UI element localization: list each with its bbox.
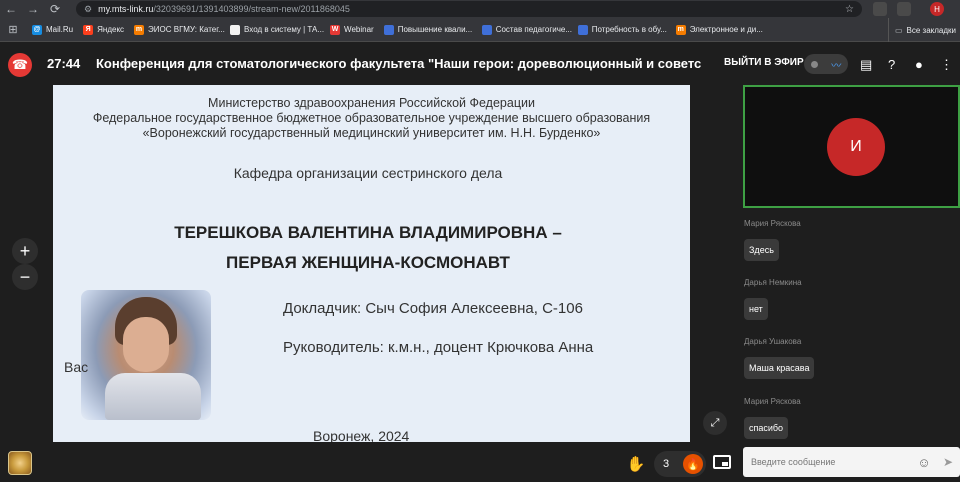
more-menu-icon[interactable]: ⋮ [940,57,953,73]
chat-author: Дарья Ушакова [744,337,802,346]
slide-speaker: Докладчик: Сыч София Алексеевна, С-106 [283,300,583,317]
extension-icon[interactable] [873,2,887,16]
chat-author: Дарья Немкина [744,278,802,287]
extensions-puzzle-icon[interactable] [897,2,911,16]
bookmark-electronic[interactable]: m Электронное и ди... [672,18,772,42]
zoom-in-button[interactable]: + [12,238,38,264]
bookmark-star-icon[interactable]: ☆ [845,4,854,15]
chat-message: Маша красава [744,357,815,379]
chat-message: нет [744,298,768,320]
message-input[interactable] [751,453,911,471]
chat-composer: ☺ ➤ [743,447,960,477]
bookmark-yandex[interactable]: Я Яндекс [79,18,130,42]
chat-message: Здесь [744,239,779,261]
chat-message: спасибо [744,417,789,439]
phone-hangup-icon: ☎ [11,57,29,72]
hand-icon: ✋ [626,456,646,473]
address-bar[interactable]: ⚙ my.mts-link.ru/32039691/1391403899/str… [76,1,862,17]
reload-icon[interactable]: ⟳ [44,0,66,18]
bookmark-mailru[interactable]: @ Mail.Ru [28,18,79,42]
bookmark-ta-login[interactable]: Вход в систему | ТА... [226,18,326,42]
fullscreen-button[interactable]: ⤢ [703,411,727,435]
slide-city-year: Воронеж, 2024 [313,428,410,442]
chat-author: Мария Ряскова [744,397,801,406]
photo-face [123,317,169,372]
participant-avatar: И [827,118,885,176]
bookmark-qualification[interactable]: Повышение квали... [380,18,478,42]
zoom-out-button[interactable]: − [12,264,38,290]
reaction-count: 3 [663,458,670,470]
all-bookmarks[interactable]: ▭ Все закладки [887,18,956,42]
bookmark-eios[interactable]: m ЭИОС ВГМУ: Катег... [130,18,226,42]
reactions-button[interactable]: 3 🔥 [654,451,706,477]
back-icon[interactable]: ← [0,0,22,18]
bookmark-staff[interactable]: Состав педагогиче... [478,18,574,42]
bookmark-webinar[interactable]: W Webinar [326,18,380,42]
photo-spacesuit [105,373,201,420]
forward-icon[interactable]: → [22,0,44,18]
apps-grid-icon[interactable]: ⊞ [0,18,28,42]
raise-hand-button[interactable]: ✋ [625,453,647,475]
mailru-icon: @ [32,24,42,35]
participants-icon[interactable]: ● [915,57,923,72]
doc-icon [577,24,588,35]
webinar-header: ☎ 27:44 Конференция для стоматологическо… [0,43,960,85]
url-path: /32039691/1391403899/stream-new/20118680… [153,4,350,14]
picture-in-picture-icon[interactable] [713,455,731,469]
audio-wave-icon: 〰 [831,60,842,72]
fire-icon: 🔥 [683,454,703,474]
sidebar: И Мария Ряскова Здесь Дарья Немкина нет … [740,85,960,482]
toggle-dot [810,60,818,68]
doc-icon [481,24,492,35]
bookmark-needs[interactable]: Потребность в обу... [574,18,672,42]
site-info-icon[interactable]: ⚙ [84,4,92,15]
presentation-stage: Министерство здравоохранения Российской … [0,85,740,482]
yandex-icon: Я [83,24,94,35]
chat-author: Мария Ряскова [744,219,801,228]
bookmarks-bar: ⊞ @ Mail.Ru Я Яндекс m ЭИОС ВГМУ: Катег... … [0,18,960,42]
slide-department: Кафедра организации сестринского дела [233,165,503,181]
eios-icon: m [134,24,145,35]
slide-title: ТЕРЕШКОВА ВАЛЕНТИНА ВЛАДИМИРОВНА – ПЕРВА… [174,223,562,272]
folder-icon: ▭ [894,25,903,35]
slide-partial-text: Вас [64,359,89,375]
url-host: my.mts-link.ru [98,4,154,14]
eios-icon: m [675,24,686,35]
browser-toolbar: ← → ⟳ ⚙ my.mts-link.ru/32039691/13914038… [0,0,960,18]
slide-supervisor: Руководитель: к.м.н., доцент Крючкова Ан… [283,339,594,356]
expand-icon: ⤢ [710,416,720,429]
university-logo [8,451,32,475]
emoji-icon[interactable]: ☺ [916,454,932,470]
questions-icon[interactable]: ? [888,57,895,72]
go-live-button[interactable]: ВЫЙТИ В ЭФИР [724,57,804,68]
session-timer: 27:44 [47,56,81,71]
ta-icon [230,24,241,35]
broadcast-toggle[interactable]: 〰 [804,54,848,74]
doc-icon [383,24,394,35]
end-call-button[interactable]: ☎ [8,53,32,77]
conference-title: Конференция для стоматологического факул… [96,56,701,71]
bottom-toolbar: ✋ 3 🔥 [0,442,740,482]
chat-icon[interactable]: ▤ [860,57,872,73]
participant-video-tile[interactable]: И [743,85,960,208]
slide-ministry-header: Министерство здравоохранения Российской … [92,96,651,140]
presentation-slide: Министерство здравоохранения Российской … [53,85,690,442]
profile-avatar[interactable]: Н [930,2,944,16]
webinar-icon: W [330,24,341,35]
send-icon[interactable]: ➤ [940,454,956,470]
